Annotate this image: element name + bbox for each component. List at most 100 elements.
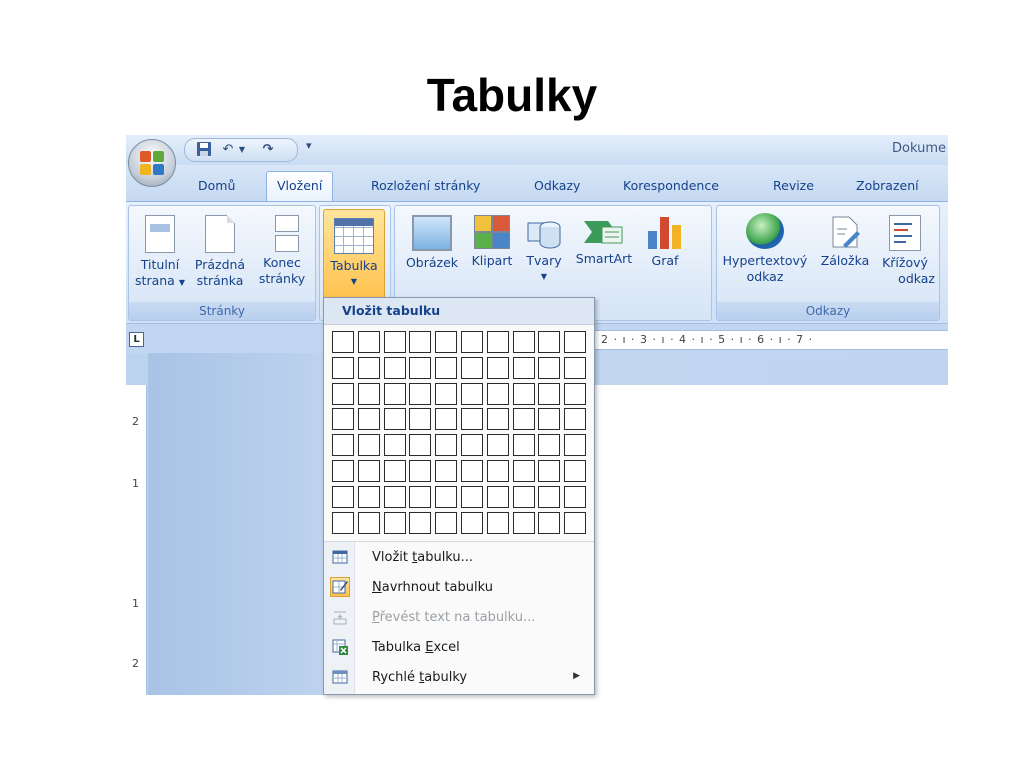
grid-cell[interactable]	[486, 408, 509, 431]
grid-cell[interactable]	[564, 408, 587, 431]
grid-cell[interactable]	[512, 331, 535, 353]
grid-cell[interactable]	[357, 331, 380, 353]
grid-cell[interactable]	[435, 434, 458, 457]
grid-cell[interactable]	[538, 434, 561, 457]
grid-cell[interactable]	[512, 460, 535, 482]
grid-cell[interactable]	[564, 460, 587, 482]
grid-cell[interactable]	[409, 434, 432, 457]
grid-cell[interactable]	[538, 382, 561, 405]
grid-cell[interactable]	[383, 408, 406, 431]
grid-cell[interactable]	[564, 511, 587, 534]
document-page[interactable]	[576, 385, 948, 695]
grid-cell[interactable]	[357, 408, 380, 431]
grid-cell[interactable]	[435, 485, 458, 508]
grid-cell[interactable]	[461, 331, 483, 353]
grid-cell[interactable]	[538, 460, 561, 482]
menu-draw-table[interactable]: Navrhnout tabulku	[324, 574, 594, 602]
grid-cell[interactable]	[332, 356, 354, 379]
grid-cell[interactable]	[383, 511, 406, 534]
grid-cell[interactable]	[332, 434, 354, 457]
vertical-ruler[interactable]: 2 1 1 2	[126, 385, 147, 695]
grid-cell[interactable]	[409, 408, 432, 431]
cover-page-button[interactable]: Titulní strana ▼	[131, 209, 189, 291]
grid-cell[interactable]	[486, 331, 509, 353]
grid-cell[interactable]	[512, 382, 535, 405]
grid-cell[interactable]	[486, 382, 509, 405]
grid-cell[interactable]	[332, 408, 354, 431]
picture-button[interactable]: Obrázek	[401, 209, 463, 271]
grid-cell[interactable]	[383, 434, 406, 457]
grid-cell[interactable]	[357, 382, 380, 405]
grid-cell[interactable]	[486, 485, 509, 508]
grid-cell[interactable]	[332, 511, 354, 534]
grid-cell[interactable]	[383, 460, 406, 482]
undo-dropdown-icon[interactable]: ▼	[237, 141, 247, 159]
office-button[interactable]	[128, 139, 176, 187]
tab-references[interactable]: Odkazy	[534, 175, 580, 199]
grid-cell[interactable]	[461, 511, 483, 534]
grid-cell[interactable]	[512, 356, 535, 379]
tab-review[interactable]: Revize	[773, 175, 814, 199]
grid-cell[interactable]	[435, 382, 458, 405]
grid-cell[interactable]	[332, 460, 354, 482]
crossref-button[interactable]: Křížový odkaz	[875, 209, 935, 287]
blank-page-button[interactable]: Prázdná stránka	[189, 209, 251, 289]
tab-insert[interactable]: Vložení	[266, 171, 334, 202]
grid-cell[interactable]	[383, 382, 406, 405]
grid-cell[interactable]	[538, 408, 561, 431]
grid-cell[interactable]	[383, 331, 406, 353]
table-size-grid[interactable]	[332, 331, 592, 537]
grid-cell[interactable]	[357, 511, 380, 534]
smartart-button[interactable]: SmartArt	[571, 209, 637, 267]
grid-cell[interactable]	[357, 485, 380, 508]
menu-insert-table[interactable]: Vložit tabulku...	[324, 544, 594, 572]
grid-cell[interactable]	[435, 356, 458, 379]
grid-cell[interactable]	[357, 434, 380, 457]
grid-cell[interactable]	[486, 434, 509, 457]
grid-cell[interactable]	[461, 408, 483, 431]
tab-selector[interactable]: L	[129, 332, 144, 347]
menu-excel-table[interactable]: Tabulka Excel	[324, 634, 594, 662]
grid-cell[interactable]	[538, 331, 561, 353]
grid-cell[interactable]	[357, 460, 380, 482]
grid-cell[interactable]	[357, 356, 380, 379]
grid-cell[interactable]	[409, 356, 432, 379]
grid-cell[interactable]	[564, 434, 587, 457]
grid-cell[interactable]	[435, 408, 458, 431]
grid-cell[interactable]	[564, 331, 587, 353]
grid-cell[interactable]	[332, 331, 354, 353]
grid-cell[interactable]	[383, 356, 406, 379]
menu-quick-tables[interactable]: Rychlé tabulky ▶	[324, 664, 594, 692]
grid-cell[interactable]	[461, 382, 483, 405]
grid-cell[interactable]	[486, 511, 509, 534]
page-break-button[interactable]: Konec stránky	[253, 209, 311, 287]
tab-home[interactable]: Domů	[198, 175, 235, 199]
grid-cell[interactable]	[512, 408, 535, 431]
save-icon[interactable]	[195, 141, 213, 159]
chart-button[interactable]: Graf	[639, 209, 691, 269]
grid-cell[interactable]	[435, 460, 458, 482]
grid-cell[interactable]	[538, 485, 561, 508]
redo-icon[interactable]: ↷	[259, 141, 277, 159]
grid-cell[interactable]	[409, 382, 432, 405]
tab-page-layout[interactable]: Rozložení stránky	[371, 175, 480, 199]
grid-cell[interactable]	[512, 511, 535, 534]
customize-qat-icon[interactable]: ▾	[306, 139, 312, 152]
grid-cell[interactable]	[409, 485, 432, 508]
undo-icon[interactable]: ↶	[219, 141, 237, 159]
grid-cell[interactable]	[461, 356, 483, 379]
grid-cell[interactable]	[435, 331, 458, 353]
grid-cell[interactable]	[383, 485, 406, 508]
grid-cell[interactable]	[512, 434, 535, 457]
grid-cell[interactable]	[461, 434, 483, 457]
grid-cell[interactable]	[332, 382, 354, 405]
grid-cell[interactable]	[486, 460, 509, 482]
clipart-button[interactable]: Klipart	[465, 209, 519, 269]
grid-cell[interactable]	[409, 511, 432, 534]
grid-cell[interactable]	[486, 356, 509, 379]
tab-mailings[interactable]: Korespondence	[623, 175, 719, 199]
grid-cell[interactable]	[564, 485, 587, 508]
bookmark-button[interactable]: Záložka	[817, 209, 873, 269]
hyperlink-button[interactable]: Hypertextový odkaz	[717, 209, 813, 285]
grid-cell[interactable]	[332, 485, 354, 508]
